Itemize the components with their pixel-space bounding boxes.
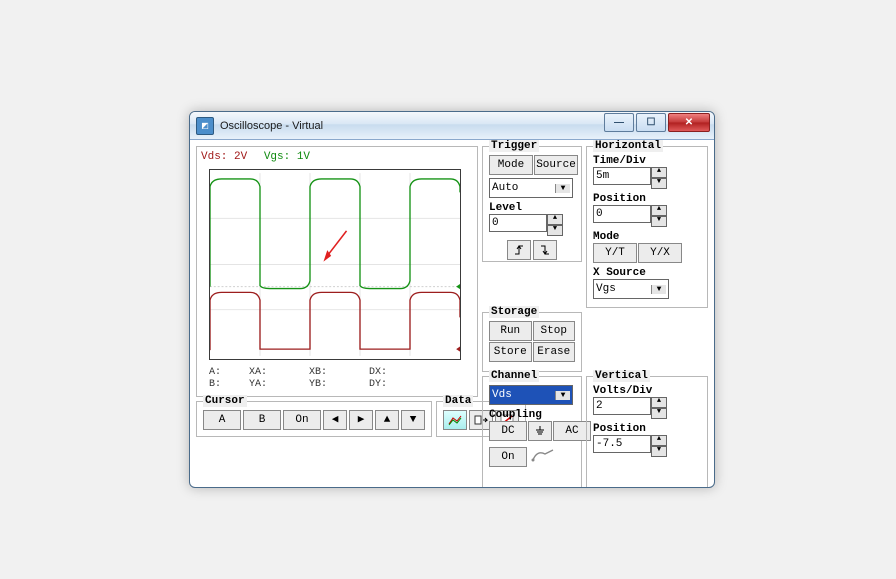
time-div-input[interactable]: ▲▼ — [593, 167, 701, 189]
horiz-mode-yt[interactable]: Y/T — [593, 243, 637, 263]
cursor-right-button[interactable]: ▶ — [349, 410, 373, 430]
scope-legend: Vds: 2V Vgs: 1V — [201, 151, 473, 165]
storage-group: Storage Run Stop Store Erase — [482, 312, 582, 372]
close-button[interactable]: ✕ — [668, 113, 710, 132]
channel-on-button[interactable]: On — [489, 447, 527, 467]
plot-area[interactable] — [209, 169, 461, 360]
cursor-up-button[interactable]: ▲ — [375, 410, 399, 430]
trigger-source-tab[interactable]: Source — [534, 155, 578, 175]
annotation-arrow — [323, 231, 346, 262]
minimize-button[interactable]: — — [604, 113, 634, 132]
cursor-a-button[interactable]: A — [203, 410, 241, 430]
storage-stop-button[interactable]: Stop — [533, 321, 576, 341]
cursor-on-button[interactable]: On — [283, 410, 321, 430]
app-window: ◩ Oscilloscope - Virtual — ☐ ✕ Vds: 2V V… — [189, 111, 715, 488]
x-source-select[interactable]: Vgs▼ — [593, 279, 669, 299]
volts-div-input[interactable]: ▲▼ — [593, 397, 701, 419]
trigger-rising-icon[interactable] — [507, 240, 531, 260]
horiz-mode-yx[interactable]: Y/X — [638, 243, 682, 263]
storage-erase-button[interactable]: Erase — [533, 342, 576, 362]
oscilloscope-display: Vds: 2V Vgs: 1V — [196, 146, 478, 397]
trigger-mode-select[interactable]: Auto▼ — [489, 178, 573, 198]
waveform-svg — [210, 170, 460, 359]
cursor-down-button[interactable]: ▼ — [401, 410, 425, 430]
window-title: Oscilloscope - Virtual — [220, 120, 323, 132]
cursor-b-button[interactable]: B — [243, 410, 281, 430]
storage-run-button[interactable]: Run — [489, 321, 532, 341]
data-chart-icon[interactable] — [443, 410, 467, 430]
channel-group: Channel Vds▼ Coupling DC AC On — [482, 376, 582, 488]
trigger-level-input[interactable]: ▲▼ — [489, 214, 575, 236]
coupling-gnd-button[interactable] — [528, 421, 552, 441]
horiz-position-input[interactable]: ▲▼ — [593, 205, 701, 227]
trigger-mode-tab[interactable]: Mode — [489, 155, 533, 175]
app-icon: ◩ — [196, 117, 214, 135]
trigger-group: Trigger Mode Source Auto▼ Level ▲▼ — [482, 146, 582, 262]
trigger-falling-icon[interactable] — [533, 240, 557, 260]
titlebar[interactable]: ◩ Oscilloscope - Virtual — ☐ ✕ — [190, 112, 714, 140]
horizontal-group: Horizontal Time/Div ▲▼ Position ▲▼ Mode … — [586, 146, 708, 308]
cursor-readout: A:XA:XB:DX: B:YA:YB:DY: — [209, 367, 461, 390]
probe-icon[interactable] — [531, 448, 555, 466]
maximize-button[interactable]: ☐ — [636, 113, 666, 132]
vert-position-input[interactable]: ▲▼ — [593, 435, 701, 457]
storage-store-button[interactable]: Store — [489, 342, 532, 362]
coupling-dc-button[interactable]: DC — [489, 421, 527, 441]
cursor-group: Cursor A B On ◀ ▶ ▲ ▼ — [196, 401, 432, 437]
channel-select[interactable]: Vds▼ — [489, 385, 573, 405]
cursor-left-button[interactable]: ◀ — [323, 410, 347, 430]
vertical-group: Vertical Volts/Div ▲▼ Position ▲▼ — [586, 376, 708, 488]
